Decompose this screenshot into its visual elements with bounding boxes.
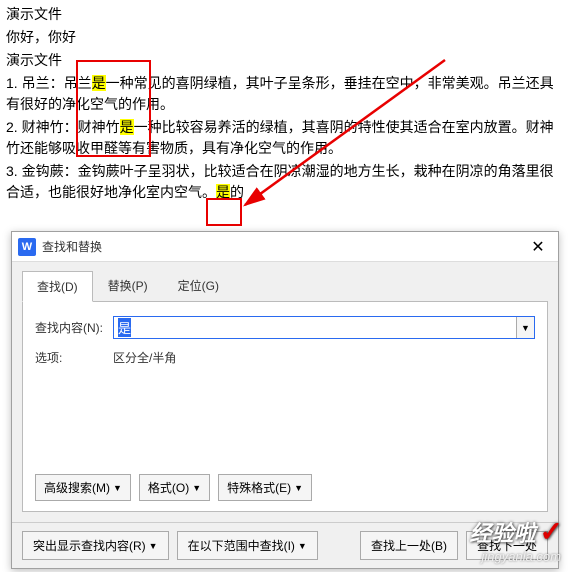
line: 演示文件: [6, 50, 565, 71]
chevron-down-icon: ▼: [298, 541, 307, 551]
paragraph-2: 2. 财神竹：财神竹是一种比较容易养活的绿植，其喜阴的特性使其适合在室内放置。财…: [6, 117, 565, 159]
advanced-search-button[interactable]: 高级搜索(M)▼: [35, 474, 131, 501]
highlight: 是: [216, 184, 230, 200]
format-button[interactable]: 格式(O)▼: [139, 474, 210, 501]
app-icon: W: [18, 238, 36, 256]
chevron-down-icon: ▼: [149, 541, 158, 551]
highlight: 是: [92, 75, 106, 91]
line: 你好，你好: [6, 27, 565, 48]
tab-goto[interactable]: 定位(G): [163, 270, 234, 301]
tab-panel-find: 查找内容(N): ▼ 选项: 区分全/半角 高级搜索(M)▼ 格式(O)▼ 特殊…: [22, 301, 548, 512]
chevron-down-icon: ▼: [192, 483, 201, 493]
find-label: 查找内容(N):: [35, 319, 113, 336]
tab-find[interactable]: 查找(D): [22, 271, 93, 302]
dialog-footer: 突出显示查找内容(R)▼ 在以下范围中查找(I)▼ 查找上一处(B) 查找下一处: [12, 522, 558, 568]
paragraph-1: 1. 吊兰：吊兰是一种常见的喜阴绿植，其叶子呈条形，垂挂在空中，非常美观。吊兰还…: [6, 73, 565, 115]
line: 演示文件: [6, 4, 565, 25]
dropdown-icon[interactable]: ▼: [516, 317, 534, 338]
paragraph-3: 3. 金钩蕨：金钩蕨叶子呈羽状，比较适合在阴凉潮湿的地方生长，栽种在阴凉的角落里…: [6, 161, 565, 203]
tab-strip: 查找(D) 替换(P) 定位(G): [12, 262, 558, 301]
find-previous-button[interactable]: 查找上一处(B): [360, 531, 458, 560]
close-button[interactable]: ✕: [518, 232, 558, 262]
dialog-title: 查找和替换: [42, 238, 518, 255]
chevron-down-icon: ▼: [113, 483, 122, 493]
find-next-button[interactable]: 查找下一处: [466, 531, 548, 560]
tab-replace[interactable]: 替换(P): [93, 270, 163, 301]
search-in-range-button[interactable]: 在以下范围中查找(I)▼: [177, 531, 318, 560]
highlight-results-button[interactable]: 突出显示查找内容(R)▼: [22, 531, 169, 560]
document-content: 演示文件 你好，你好 演示文件 1. 吊兰：吊兰是一种常见的喜阴绿植，其叶子呈条…: [0, 0, 571, 203]
find-input-combo[interactable]: ▼: [113, 316, 535, 339]
options-value: 区分全/半角: [113, 349, 176, 366]
find-replace-dialog: W 查找和替换 ✕ 查找(D) 替换(P) 定位(G) 查找内容(N): ▼ 选…: [11, 231, 559, 569]
highlight: 是: [120, 119, 134, 135]
chevron-down-icon: ▼: [294, 483, 303, 493]
options-label: 选项:: [35, 349, 113, 366]
dialog-titlebar[interactable]: W 查找和替换 ✕: [12, 232, 558, 262]
find-input[interactable]: [114, 317, 516, 338]
special-format-button[interactable]: 特殊格式(E)▼: [218, 474, 312, 501]
